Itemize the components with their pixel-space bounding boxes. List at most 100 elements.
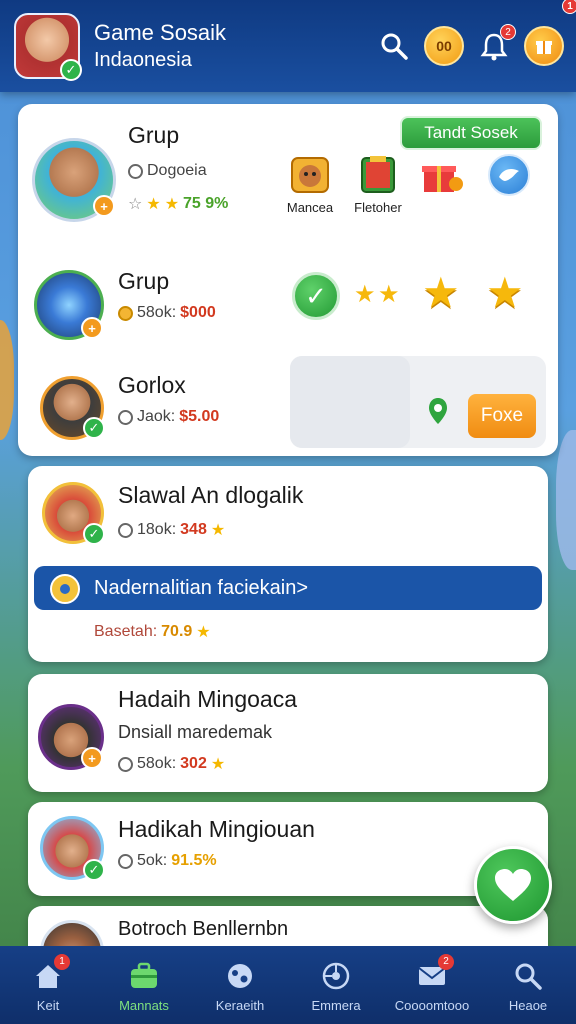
stat-value: 348 bbox=[180, 521, 207, 538]
avatar[interactable]: + bbox=[38, 704, 104, 770]
nav-item-coooomtooo[interactable]: 2 Coooomtooo bbox=[384, 953, 480, 1013]
nav-badge: 2 bbox=[438, 953, 454, 970]
row-title: Slawal An dlogalik bbox=[118, 482, 304, 508]
mail-icon: 2 bbox=[414, 953, 454, 994]
add-icon: + bbox=[81, 317, 103, 339]
check-icon[interactable]: ✓ bbox=[292, 272, 340, 320]
add-icon: + bbox=[81, 747, 103, 769]
row-status: 58ok: 302 ★ bbox=[118, 754, 225, 774]
star-icon: ★ bbox=[164, 196, 180, 213]
star-icon: ★ bbox=[422, 269, 460, 316]
radio-icon[interactable] bbox=[118, 756, 133, 772]
row-price: 58ok: $000 bbox=[118, 304, 216, 322]
radio-icon[interactable] bbox=[118, 409, 133, 425]
verified-check-icon: ✓ bbox=[60, 59, 82, 81]
medal-icon bbox=[50, 574, 80, 604]
row-status: Dogoeia bbox=[128, 162, 207, 180]
nav-item-heaoe[interactable]: Heaoe bbox=[480, 958, 576, 1013]
row-status: 18ok: 348 ★ bbox=[118, 520, 225, 540]
notification-icon[interactable]: 2 bbox=[474, 24, 516, 66]
star-icon: ★ bbox=[210, 756, 226, 773]
ball-icon bbox=[318, 958, 354, 994]
nav-label: Keraeith bbox=[215, 997, 265, 1013]
nav-item-mannats[interactable]: Mannats bbox=[96, 958, 192, 1013]
avatar[interactable]: ✓ bbox=[40, 816, 105, 881]
foxe-button[interactable]: Foxe bbox=[468, 394, 536, 438]
radio-icon[interactable] bbox=[118, 522, 133, 538]
favorite-fab[interactable] bbox=[474, 846, 552, 924]
tile-label: Mancea bbox=[286, 200, 334, 215]
search-icon bbox=[510, 958, 546, 994]
coin-label: 00 bbox=[436, 38, 452, 54]
stat-value: 91.5% bbox=[171, 852, 217, 869]
top-header: ✓ Game Sosaik Indaonesia 00 2 1 bbox=[0, 0, 576, 92]
star-icon: ★ bbox=[354, 281, 376, 308]
header-titles: Game Sosaik Indaonesia bbox=[94, 19, 374, 73]
weekly-card: ✓ Hadikah Mingiouan 5ok: 91.5% bbox=[28, 802, 548, 896]
heart-icon bbox=[495, 869, 531, 901]
nav-item-home[interactable]: 1 Keit bbox=[0, 953, 96, 1013]
globe-icon bbox=[222, 958, 258, 994]
coin-icon[interactable]: 00 bbox=[424, 26, 464, 66]
group-card: + Grup Dogoeia ☆ ★ ★ 75 9% Tandt Sosek M… bbox=[18, 104, 558, 456]
stat-value: 302 bbox=[180, 755, 207, 772]
row-title: Hadikah Mingiouan bbox=[118, 816, 315, 842]
coin-icon bbox=[118, 305, 133, 321]
background-scenery-right bbox=[556, 430, 576, 570]
avatar[interactable]: ✓ bbox=[40, 376, 105, 440]
tandt-sosek-button[interactable]: Tandt Sosek bbox=[400, 116, 542, 150]
nav-label: Coooomtooo bbox=[394, 997, 470, 1013]
verified-check-icon: ✓ bbox=[83, 417, 105, 439]
star-icon: ★ bbox=[196, 624, 211, 641]
row-status: 5ok: 91.5% bbox=[118, 852, 217, 870]
star-icon: ★ bbox=[378, 281, 400, 308]
star-icon: ★ bbox=[146, 196, 161, 213]
row-subtitle: Dnsiall maredemak bbox=[118, 722, 273, 742]
radio-icon[interactable] bbox=[128, 163, 143, 179]
bottom-navigation: 1 Keit Mannats Keraeith Emmera 2 Coooomt… bbox=[0, 946, 576, 1024]
avatar[interactable]: ✓ bbox=[42, 482, 105, 545]
nav-item-keraeith[interactable]: Keraeith bbox=[192, 958, 288, 1013]
row-title: Grup bbox=[118, 268, 170, 294]
avatar[interactable]: + bbox=[32, 138, 116, 222]
gift-icon[interactable]: 1 bbox=[524, 0, 576, 66]
price-value: $000 bbox=[180, 304, 216, 321]
app-title: Game Sosaik bbox=[94, 20, 227, 45]
briefcase-icon bbox=[126, 958, 162, 994]
profile-avatar[interactable]: ✓ bbox=[14, 13, 82, 81]
star-icon: ☆ bbox=[128, 196, 143, 213]
nav-item-emmera[interactable]: Emmera bbox=[288, 958, 384, 1013]
home-icon: 1 bbox=[30, 953, 70, 994]
media-placeholder-inner bbox=[290, 356, 410, 448]
footer-stat: Basetah: 70.9 ★ bbox=[94, 622, 211, 642]
verified-check-icon: ✓ bbox=[83, 523, 105, 545]
bird-icon[interactable] bbox=[488, 154, 530, 196]
rating-value: 75 9% bbox=[183, 195, 229, 212]
gift-box-icon[interactable] bbox=[418, 154, 466, 198]
footer-value: 70.9 bbox=[161, 623, 193, 640]
tile-label: Fletoher bbox=[354, 200, 402, 215]
row-title: Gorlox bbox=[118, 372, 186, 398]
star-icon: ★ bbox=[486, 269, 524, 316]
nav-label: Keit bbox=[36, 997, 60, 1013]
monkey-icon[interactable] bbox=[286, 150, 334, 198]
footer-label: Basetah: bbox=[94, 623, 158, 640]
nav-label: Heaoe bbox=[508, 997, 548, 1013]
add-icon: + bbox=[93, 195, 115, 217]
nav-badge: 1 bbox=[54, 953, 70, 970]
location-pin-icon bbox=[422, 394, 454, 428]
notice-banner[interactable]: Nadernalitian faciekain> bbox=[34, 566, 542, 610]
row-title: Botroch Benllernbn bbox=[118, 918, 289, 940]
radio-icon[interactable] bbox=[118, 853, 133, 869]
notification-badge: 2 bbox=[500, 24, 516, 40]
price-value: $5.00 bbox=[179, 408, 220, 425]
book-icon[interactable] bbox=[354, 150, 402, 198]
nav-label: Emmera bbox=[311, 997, 361, 1013]
row-title: Grup bbox=[128, 122, 180, 148]
search-icon[interactable] bbox=[374, 26, 414, 66]
row-price: Jaok: $5.00 bbox=[118, 408, 219, 426]
row-rating: ☆ ★ ★ 75 9% bbox=[128, 194, 228, 214]
nav-label: Mannats bbox=[119, 997, 169, 1013]
avatar[interactable]: + bbox=[34, 270, 104, 340]
header-actions: 00 2 1 bbox=[374, 0, 576, 66]
